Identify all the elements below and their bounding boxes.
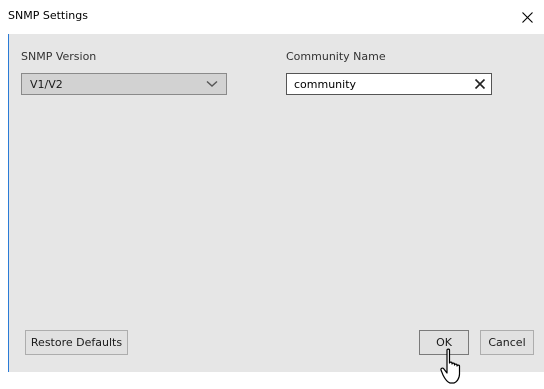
- snmp-version-value: V1/V2: [30, 78, 63, 91]
- community-name-field[interactable]: [286, 73, 492, 95]
- chevron-down-icon: [206, 80, 218, 87]
- ok-button[interactable]: OK: [419, 330, 469, 355]
- dialog-content: SNMP Version Community Name V1/V2 Restor…: [8, 34, 544, 372]
- snmp-version-label: SNMP Version: [21, 50, 97, 63]
- title-bar[interactable]: SNMP Settings: [0, 0, 544, 34]
- community-name-label: Community Name: [286, 50, 386, 63]
- window-title: SNMP Settings: [8, 9, 88, 22]
- close-button[interactable]: [510, 0, 544, 34]
- snmp-settings-dialog: SNMP Settings SNMP Version Community Nam…: [0, 0, 544, 389]
- snmp-version-select[interactable]: V1/V2: [21, 73, 227, 95]
- community-name-input[interactable]: [287, 74, 457, 94]
- cancel-button[interactable]: Cancel: [480, 330, 534, 355]
- clear-icon[interactable]: [474, 78, 486, 90]
- restore-defaults-button[interactable]: Restore Defaults: [25, 330, 128, 355]
- close-icon: [521, 11, 533, 23]
